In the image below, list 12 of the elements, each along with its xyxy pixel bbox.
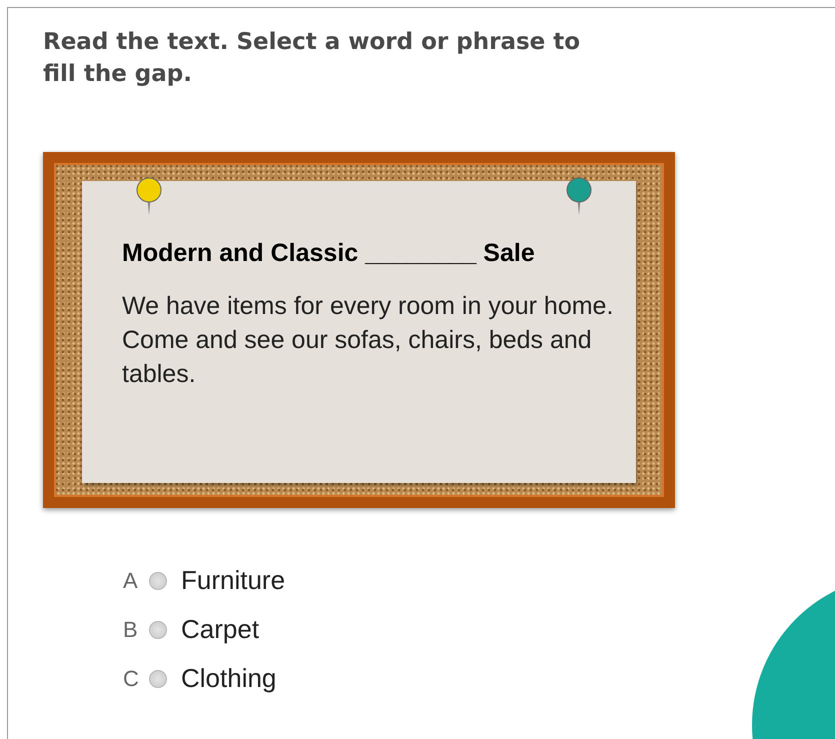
radio-button[interactable]	[149, 620, 167, 639]
radio-button[interactable]	[149, 670, 167, 688]
option-letter: C	[123, 666, 139, 692]
option-letter: B	[123, 616, 139, 643]
option-letter: A	[123, 568, 139, 594]
notice-body: We have items for every room in your home. Come and see our sofas, chairs, beds and tables.	[122, 291, 614, 390]
option-label[interactable]: Furniture	[181, 565, 286, 596]
radio-button[interactable]	[149, 572, 167, 590]
instruction-text: Read the text. Select a word or phrase to fill the gap.	[43, 28, 582, 90]
notice-heading: Modern and Classic ________ Sale	[122, 239, 536, 268]
option-label[interactable]: Clothing	[181, 663, 276, 694]
option-label[interactable]: Carpet	[181, 614, 260, 646]
